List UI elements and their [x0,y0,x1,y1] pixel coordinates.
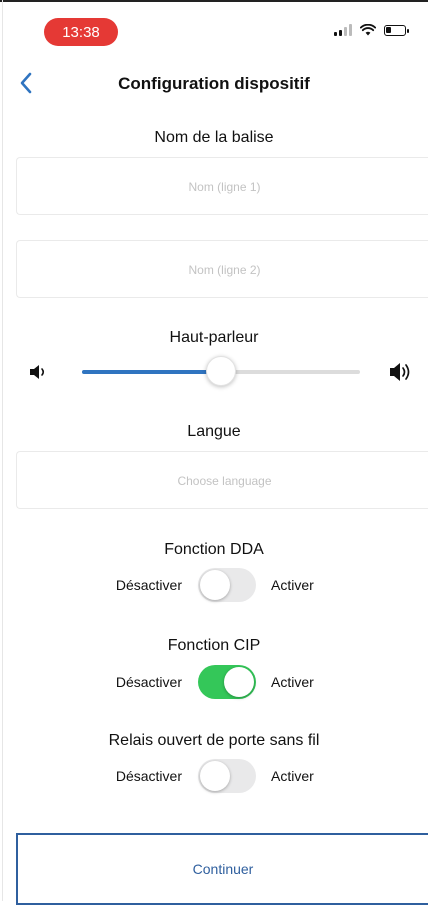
beacon-name-label: Nom de la balise [154,129,274,146]
relay-switch[interactable] [198,759,256,793]
wifi-icon [360,24,376,36]
relay-switch-knob [200,761,230,791]
cip-on-label: Activer [271,674,314,690]
cip-switch-knob [224,667,254,697]
name-line2-field[interactable] [16,240,428,299]
dda-switch[interactable] [198,568,256,602]
continue-button[interactable]: Continuer [16,833,428,905]
status-time: 13:38 [44,18,118,46]
cellular-signal-icon [334,24,352,36]
header: Configuration dispositif [0,62,428,106]
relay-label: Relais ouvert de porte sans fil [108,732,320,749]
cip-toggle-row: Désactiver Activer [0,664,428,704]
relay-off-label: Désactiver [115,768,182,784]
cip-off-label: Désactiver [115,674,182,690]
page-title: Configuration dispositif [118,74,310,93]
dda-label: Fonction DDA [164,541,264,558]
dda-off-label: Désactiver [115,577,182,593]
speaker-high-icon [390,363,410,381]
dda-toggle-row: Désactiver Activer [0,567,428,607]
name-line1-field[interactable] [16,157,428,216]
name-line2-input[interactable] [17,241,428,299]
volume-slider[interactable] [82,356,360,386]
dda-switch-knob [200,570,230,600]
language-select[interactable] [16,451,428,510]
cip-switch[interactable] [198,665,256,699]
language-label: Langue [187,423,241,440]
relay-toggle-row: Désactiver Activer [0,758,428,798]
volume-slider-thumb[interactable] [206,356,236,386]
language-select-input[interactable] [17,452,428,510]
status-icons [334,24,409,36]
dda-on-label: Activer [271,577,314,593]
volume-slider-fill [82,370,221,374]
cip-label: Fonction CIP [167,637,261,654]
speaker-low-icon [30,365,45,379]
battery-icon [384,24,409,36]
status-bar: 13:38 [0,0,428,48]
speaker-label: Haut-parleur [169,329,259,346]
name-line1-input[interactable] [17,158,428,216]
relay-on-label: Activer [271,768,314,784]
